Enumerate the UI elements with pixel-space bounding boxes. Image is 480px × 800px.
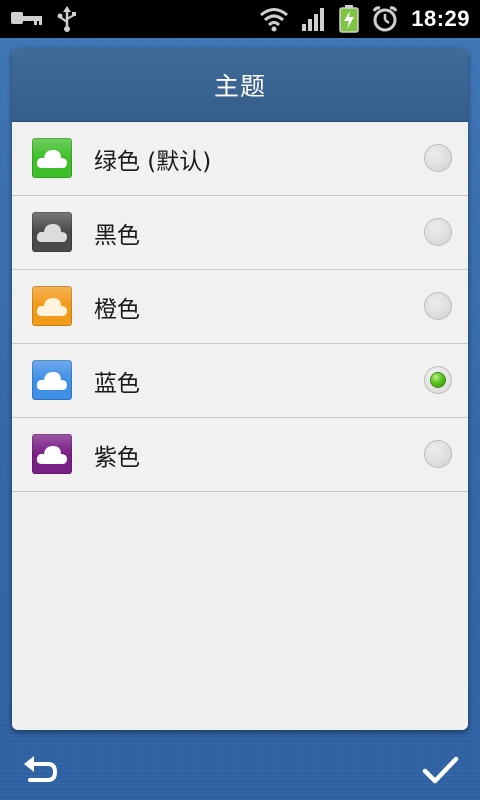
theme-item-blue[interactable]: 蓝色 bbox=[12, 344, 468, 418]
theme-label: 紫色 bbox=[94, 445, 140, 471]
cloud-icon bbox=[32, 434, 72, 474]
cloud-icon bbox=[32, 212, 72, 252]
theme-label: 绿色 (默认) bbox=[94, 149, 212, 175]
theme-radio-black[interactable] bbox=[424, 218, 452, 246]
theme-list: 绿色 (默认) 黑色 橙色 蓝色 紫色 bbox=[12, 122, 468, 492]
bottom-bar bbox=[0, 738, 480, 800]
theme-item-purple[interactable]: 紫色 bbox=[12, 418, 468, 492]
theme-radio-purple[interactable] bbox=[424, 440, 452, 468]
status-left bbox=[10, 6, 78, 32]
theme-radio-blue[interactable] bbox=[424, 366, 452, 394]
theme-item-orange[interactable]: 橙色 bbox=[12, 270, 468, 344]
theme-dialog: 主题 绿色 (默认) 黑色 橙色 蓝色 紫色 bbox=[12, 48, 468, 730]
check-icon[interactable] bbox=[420, 750, 460, 790]
signal-icon bbox=[301, 6, 327, 32]
cloud-icon bbox=[32, 360, 72, 400]
status-time: 18:29 bbox=[411, 6, 470, 31]
radio-selected-dot bbox=[431, 373, 445, 387]
theme-label: 橙色 bbox=[94, 297, 140, 323]
battery-charging-icon bbox=[339, 5, 359, 33]
theme-radio-green[interactable] bbox=[424, 144, 452, 172]
theme-radio-orange[interactable] bbox=[424, 292, 452, 320]
wifi-icon bbox=[259, 6, 289, 32]
key-icon bbox=[10, 7, 44, 31]
theme-item-black[interactable]: 黑色 bbox=[12, 196, 468, 270]
theme-label: 蓝色 bbox=[94, 371, 140, 397]
dialog-header: 主题 bbox=[12, 48, 468, 122]
cloud-icon bbox=[32, 138, 72, 178]
dialog-title: 主题 bbox=[213, 71, 266, 101]
theme-item-green[interactable]: 绿色 (默认) bbox=[12, 122, 468, 196]
cloud-icon bbox=[32, 286, 72, 326]
alarm-icon bbox=[371, 5, 399, 33]
status-bar: 18:29 bbox=[0, 0, 480, 38]
status-right: 18:29 bbox=[259, 5, 470, 33]
undo-icon[interactable] bbox=[20, 750, 60, 790]
theme-label: 黑色 bbox=[94, 223, 140, 249]
usb-icon bbox=[56, 6, 78, 32]
